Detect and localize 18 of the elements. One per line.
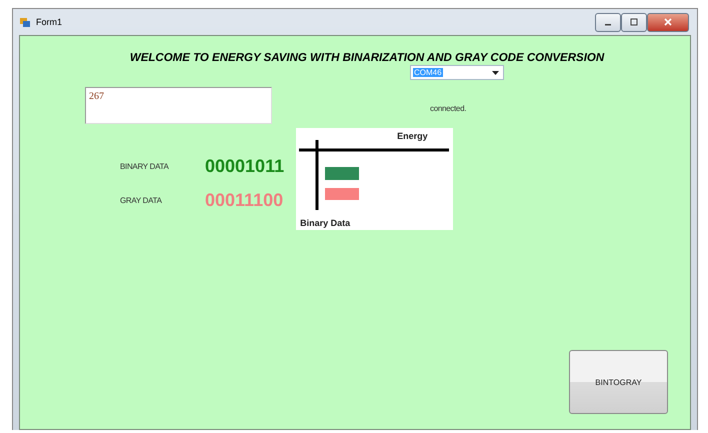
window-title: Form1 xyxy=(36,17,64,27)
heading: WELCOME TO ENERGY SAVING WITH BINARIZATION AND GRAY CODE CONVERSION xyxy=(128,52,606,64)
maximize-icon xyxy=(630,18,638,26)
close-button[interactable] xyxy=(647,12,689,32)
status-text: connected. xyxy=(430,104,466,113)
bintogray-button[interactable]: BINTOGRAY xyxy=(569,350,668,414)
minimize-button[interactable] xyxy=(595,12,621,32)
caret-icon xyxy=(492,70,499,74)
maximize-button[interactable] xyxy=(621,12,647,32)
chart-title: Energy xyxy=(397,131,428,141)
binary-value: 00001011 xyxy=(205,156,284,177)
input-field[interactable]: 267 xyxy=(85,87,272,124)
code-value: 00011100 xyxy=(205,190,284,211)
close-icon xyxy=(664,18,672,26)
code-label: GRAY DATA xyxy=(120,196,163,205)
app-icon xyxy=(19,16,31,28)
axis-label: Binary Data xyxy=(300,218,350,228)
binary-label: BINARY DATA xyxy=(120,162,170,171)
